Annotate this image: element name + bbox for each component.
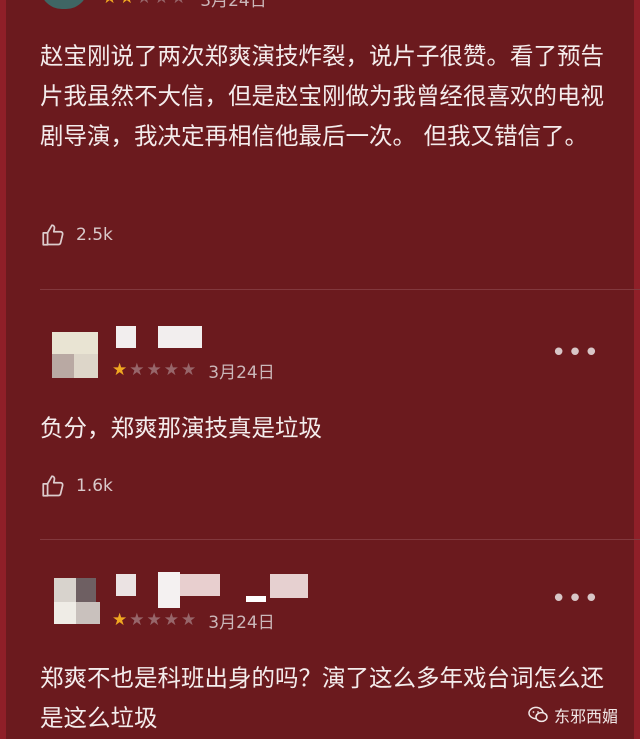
review-date: 3月24日: [200, 0, 267, 11]
star-empty-icon: ★: [181, 610, 197, 630]
review-text: 负分，郑爽那演技真是垃圾: [40, 414, 322, 442]
like-button[interactable]: 2.5k: [40, 222, 113, 248]
screen-edge-right: [634, 0, 640, 739]
username[interactable]: [116, 574, 136, 596]
divider: [40, 289, 640, 290]
more-options-button[interactable]: •••: [551, 340, 600, 366]
username[interactable]: [270, 574, 308, 598]
thumbs-up-icon: [42, 224, 64, 246]
star-rating: ★★★★★: [112, 612, 196, 629]
review-meta: ★ ★ ★ ★ ★ 3月24日: [112, 358, 275, 384]
previous-review-header: ★★★★★ 3月24日: [40, 0, 267, 11]
avatar[interactable]: [40, 0, 88, 9]
star-filled-icon: ★: [119, 0, 134, 7]
star-filled-icon: ★: [112, 360, 128, 380]
star-rating: ★★★★★: [102, 0, 186, 7]
thumbs-up-icon: [42, 475, 64, 497]
username[interactable]: [158, 572, 180, 608]
divider: [40, 539, 640, 540]
star-rating: ★★★★★: [112, 362, 196, 379]
username[interactable]: [116, 326, 136, 348]
review-header: ★ ★ ★ ★ ★ 3月24日 •••: [40, 326, 600, 396]
avatar[interactable]: [48, 326, 108, 382]
star-filled-icon: ★: [102, 0, 117, 7]
star-filled-icon: ★: [112, 610, 128, 630]
star-empty-icon: ★: [163, 360, 179, 380]
like-button[interactable]: 1.6k: [40, 473, 113, 499]
review-meta: ★ ★ ★ ★ ★ 3月24日: [112, 608, 275, 634]
avatar[interactable]: [48, 572, 108, 628]
star-empty-icon: ★: [163, 610, 179, 630]
more-options-button[interactable]: •••: [551, 586, 600, 612]
wechat-icon: [528, 706, 548, 723]
review-header: ★ ★ ★ ★ ★ 3月24日 •••: [40, 570, 600, 640]
watermark: 东邪西媚: [528, 703, 618, 727]
screen-edge-left: [0, 0, 6, 739]
username[interactable]: [180, 574, 220, 596]
star-empty-icon: ★: [129, 360, 145, 380]
star-empty-icon: ★: [129, 610, 145, 630]
star-empty-icon: ★: [146, 610, 162, 630]
review-date: 3月24日: [208, 363, 275, 383]
review-date: 3月24日: [208, 613, 275, 633]
like-count: 1.6k: [76, 476, 113, 496]
star-empty-icon: ★: [181, 360, 197, 380]
username[interactable]: [158, 326, 202, 348]
star-empty-icon: ★: [171, 0, 186, 7]
star-empty-icon: ★: [154, 0, 169, 7]
star-empty-icon: ★: [137, 0, 152, 7]
like-count: 2.5k: [76, 225, 113, 245]
username[interactable]: [246, 596, 266, 602]
review-text: 赵宝刚说了两次郑爽演技炸裂，说片子很赞。看了预告片我虽然不大信，但是赵宝刚做为我…: [40, 42, 604, 150]
star-empty-icon: ★: [146, 360, 162, 380]
watermark-label: 东邪西媚: [553, 707, 618, 726]
